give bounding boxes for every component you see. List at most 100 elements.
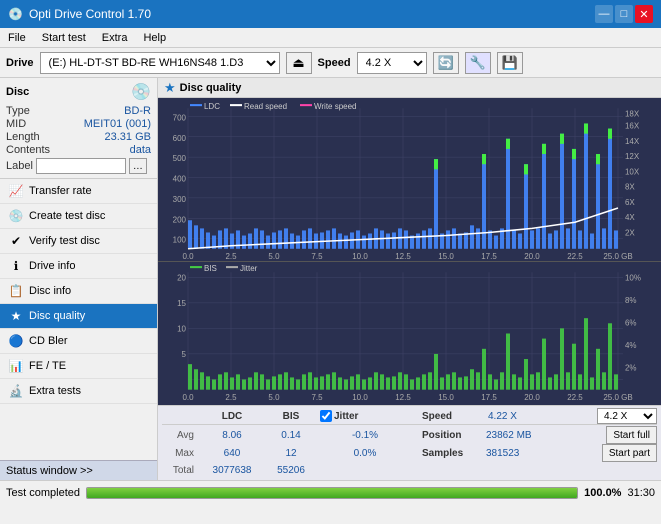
nav-label-verify-test-disc: Verify test disc <box>29 235 100 247</box>
start-part-button[interactable]: Start part <box>602 444 657 462</box>
samples-header: Samples <box>422 448 480 459</box>
svg-text:2.5: 2.5 <box>225 252 237 261</box>
extra-tests-icon: 🔬 <box>8 384 24 398</box>
nav-label-drive-info: Drive info <box>29 260 75 272</box>
maximize-button[interactable]: □ <box>615 5 633 23</box>
svg-text:17.5: 17.5 <box>481 393 497 402</box>
time-text: 31:30 <box>627 487 655 499</box>
drive-toolbar: Drive (E:) HL-DT-ST BD-RE WH16NS48 1.D3 … <box>0 48 661 78</box>
svg-text:6%: 6% <box>625 318 637 327</box>
disc-label-row: Label … <box>6 158 151 174</box>
bis-chart: 20 15 10 5 10% 8% 6% 4% 2% 0.0 2.5 5.0 7… <box>158 262 661 405</box>
disc-section-title: Disc <box>6 86 29 98</box>
nav-item-fe-te[interactable]: 📊 FE / TE <box>0 354 157 379</box>
disc-mid-key: MID <box>6 118 26 130</box>
disc-length-key: Length <box>6 131 40 143</box>
svg-text:500: 500 <box>173 154 187 163</box>
svg-text:6X: 6X <box>625 198 635 207</box>
svg-text:200: 200 <box>173 215 187 224</box>
drive-info-icon: ℹ <box>8 259 24 273</box>
stats-avg-row: Avg 8.06 0.14 -0.1% Position 23862 MB St… <box>162 426 657 444</box>
svg-text:5.0: 5.0 <box>268 393 280 402</box>
disc-panel: Disc 💿 Type BD-R MID MEIT01 (001) Length… <box>0 78 157 179</box>
svg-text:12.5: 12.5 <box>395 393 411 402</box>
status-window-label: Status window >> <box>6 465 93 477</box>
svg-text:25.0 GB: 25.0 GB <box>603 252 632 261</box>
svg-text:5: 5 <box>182 350 187 359</box>
menu-file[interactable]: File <box>4 31 30 45</box>
drive-select[interactable]: (E:) HL-DT-ST BD-RE WH16NS48 1.D3 <box>40 52 280 74</box>
svg-text:0.0: 0.0 <box>182 393 194 402</box>
nav-item-verify-test-disc[interactable]: ✔ Verify test disc <box>0 229 157 254</box>
max-jitter: 0.0% <box>320 448 410 459</box>
disc-type-key: Type <box>6 105 30 117</box>
disc-icon: 💿 <box>131 82 151 102</box>
label-input[interactable] <box>36 158 126 174</box>
menu-extra[interactable]: Extra <box>98 31 132 45</box>
svg-text:7.5: 7.5 <box>311 393 323 402</box>
svg-text:0.0: 0.0 <box>182 252 194 261</box>
speed-value: 4.22 X <box>488 411 517 422</box>
svg-text:5.0: 5.0 <box>268 252 280 261</box>
stats-total-row: Total 3077638 55206 <box>162 462 657 478</box>
disc-type-val: BD-R <box>124 105 151 117</box>
status-text: Test completed <box>6 487 80 499</box>
create-test-disc-icon: 💿 <box>8 209 24 223</box>
total-bis: 55206 <box>266 465 316 476</box>
svg-text:10%: 10% <box>625 273 641 282</box>
minimize-button[interactable]: — <box>595 5 613 23</box>
speed-dropdown[interactable]: 4.2 X 8 X 12 X <box>597 408 657 424</box>
speed-select[interactable]: 4.2 X <box>357 52 427 74</box>
eject-button[interactable]: ⏏ <box>286 52 312 74</box>
max-ldc: 640 <box>202 448 262 459</box>
disc-quality-icon: ★ <box>8 309 24 323</box>
max-label: Max <box>162 448 198 459</box>
settings-button[interactable]: 🔧 <box>465 52 491 74</box>
stats-bar: LDC BIS Jitter Speed 4.22 X 4.2 X 8 X 12… <box>158 405 661 480</box>
start-full-button[interactable]: Start full <box>606 426 657 444</box>
svg-text:20: 20 <box>177 273 186 282</box>
refresh-button[interactable]: 🔄 <box>433 52 459 74</box>
jitter-checkbox[interactable] <box>320 410 332 422</box>
svg-text:300: 300 <box>173 195 187 204</box>
nav-label-extra-tests: Extra tests <box>29 385 81 397</box>
status-window-item[interactable]: Status window >> <box>0 460 157 480</box>
svg-text:10X: 10X <box>625 167 640 176</box>
nav-item-cd-bler[interactable]: 🔵 CD Bler <box>0 329 157 354</box>
svg-text:2.5: 2.5 <box>225 393 237 402</box>
disc-length-val: 23.31 GB <box>105 131 151 143</box>
svg-text:700: 700 <box>173 113 187 122</box>
svg-text:8X: 8X <box>625 183 635 192</box>
nav-item-disc-quality[interactable]: ★ Disc quality <box>0 304 157 329</box>
position-value: 23862 MB <box>486 430 532 441</box>
close-button[interactable]: ✕ <box>635 5 653 23</box>
nav-label-cd-bler: CD Bler <box>29 335 68 347</box>
svg-text:10: 10 <box>177 324 186 333</box>
nav-label-fe-te: FE / TE <box>29 360 66 372</box>
app-title: Opti Drive Control 1.70 <box>29 7 151 21</box>
nav-item-disc-info[interactable]: 📋 Disc info <box>0 279 157 304</box>
disc-quality-header: ★ Disc quality <box>158 78 661 98</box>
svg-text:12.5: 12.5 <box>395 252 411 261</box>
menu-help[interactable]: Help <box>139 31 170 45</box>
nav-item-transfer-rate[interactable]: 📈 Transfer rate <box>0 179 157 204</box>
disc-contents-key: Contents <box>6 144 50 156</box>
total-label: Total <box>162 465 198 476</box>
samples-value: 381523 <box>486 448 519 459</box>
svg-text:16X: 16X <box>625 121 640 130</box>
svg-text:100: 100 <box>173 236 187 245</box>
progress-pct: 100.0% <box>584 487 621 499</box>
bis-chart-svg: 20 15 10 5 10% 8% 6% 4% 2% 0.0 2.5 5.0 7… <box>158 262 661 405</box>
nav-label-transfer-rate: Transfer rate <box>29 185 92 197</box>
svg-text:400: 400 <box>173 174 187 183</box>
label-browse-button[interactable]: … <box>129 158 147 174</box>
nav-label-create-test-disc: Create test disc <box>29 210 105 222</box>
save-button[interactable]: 💾 <box>497 52 523 74</box>
menu-start-test[interactable]: Start test <box>38 31 90 45</box>
nav-item-drive-info[interactable]: ℹ Drive info <box>0 254 157 279</box>
menu-bar: File Start test Extra Help <box>0 28 661 48</box>
nav-item-create-test-disc[interactable]: 💿 Create test disc <box>0 204 157 229</box>
nav-item-extra-tests[interactable]: 🔬 Extra tests <box>0 379 157 404</box>
svg-text:15.0: 15.0 <box>438 252 454 261</box>
svg-text:LDC: LDC <box>204 102 220 111</box>
